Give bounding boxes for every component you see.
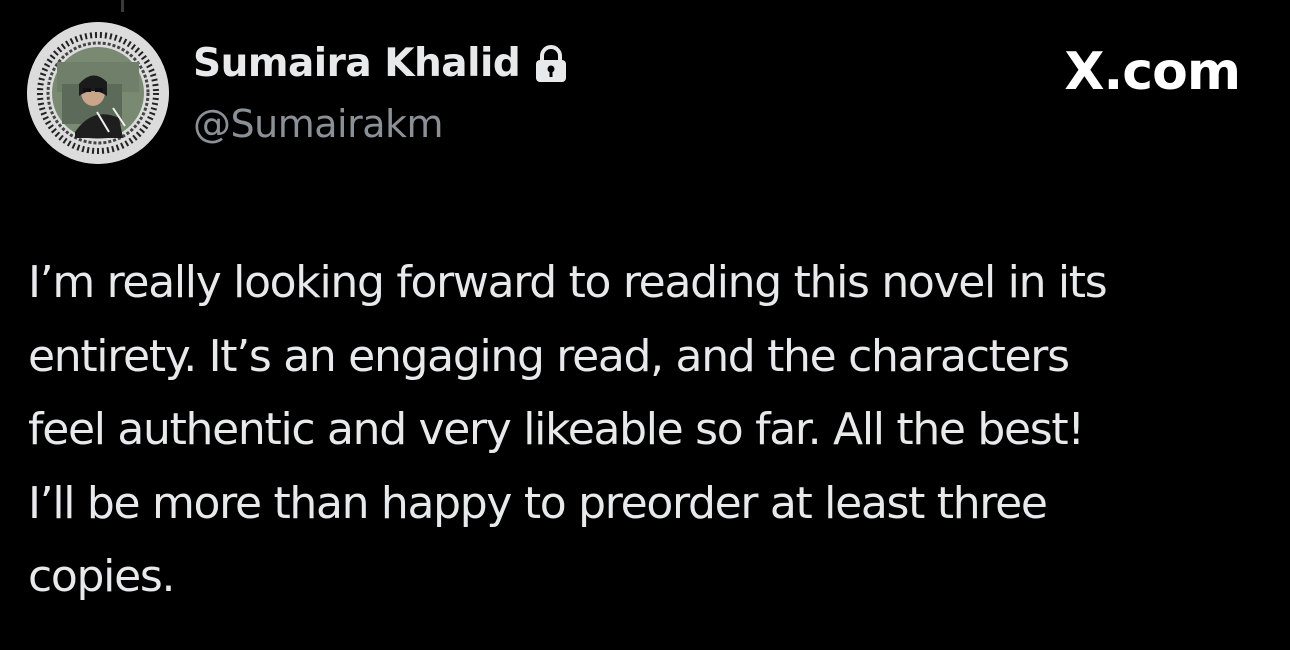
author-display-name[interactable]: Sumaira Khalid (193, 38, 568, 90)
tweet-text-line: I’m really looking forward to reading th… (28, 257, 1108, 308)
tweet-text-line: copies. (28, 551, 175, 602)
tweet-text-line: feel authentic and very likeable so far.… (28, 404, 1085, 455)
display-name-text: Sumaira Khalid (193, 41, 521, 86)
tweet-text-line: I’ll be more than happy to preorder at l… (28, 477, 1048, 529)
lock-icon (534, 45, 568, 83)
tweet-text-line: entirety. It’s an engaging read, and the… (28, 330, 1070, 382)
x-logo-wordmark: X.com (1064, 42, 1241, 102)
avatar-image (27, 22, 169, 164)
thread-connector-line (121, 0, 124, 12)
tweet-text: I’m really looking forward to reading th… (28, 246, 1273, 614)
avatar[interactable] (27, 22, 169, 164)
author-handle[interactable]: @Sumairakm (193, 100, 444, 148)
